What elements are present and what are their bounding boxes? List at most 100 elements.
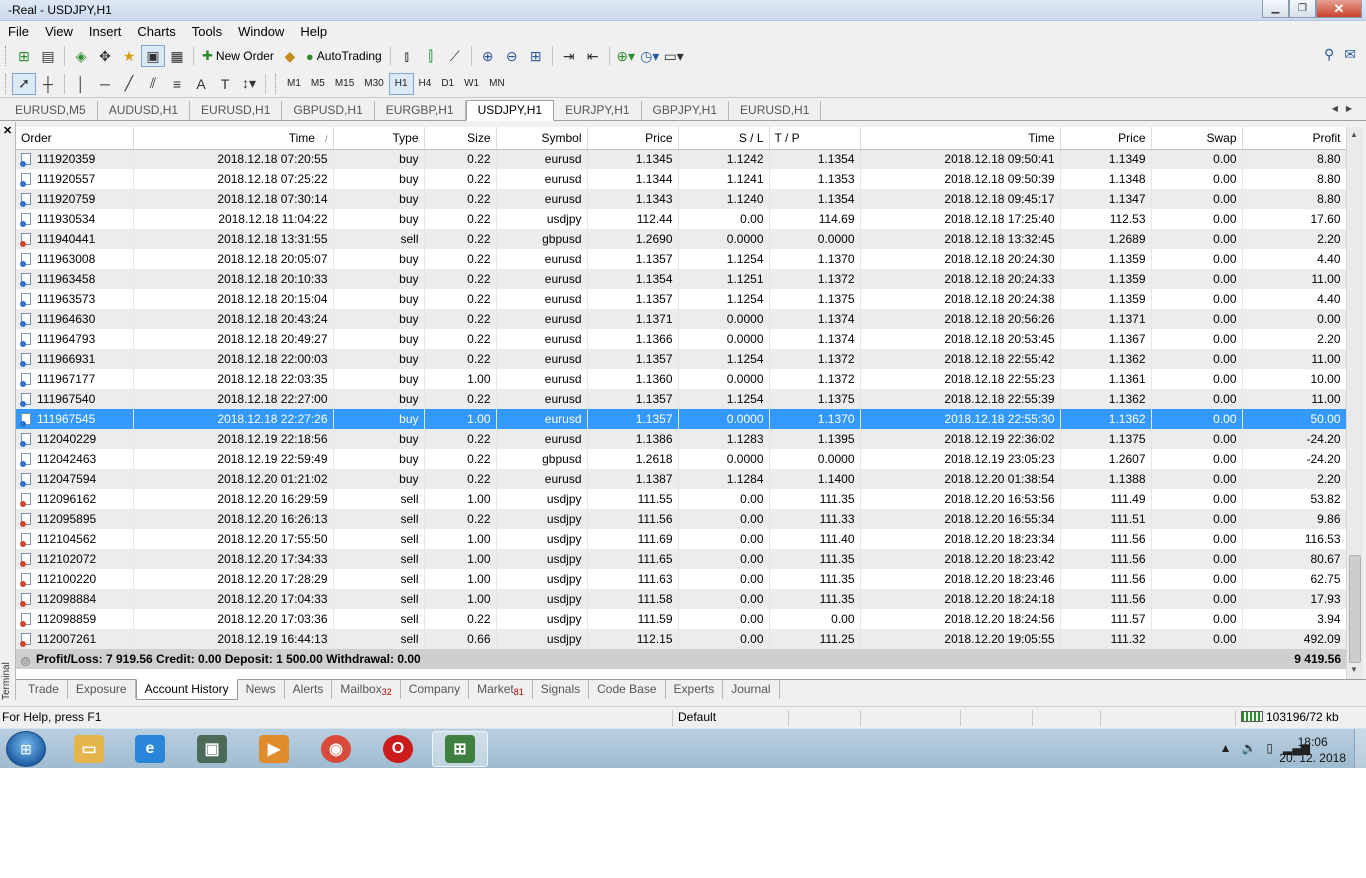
chart-tab-eurgbp-h1[interactable]: EURGBP,H1: [375, 101, 466, 120]
chart-shift-icon[interactable]: ⇤: [581, 45, 605, 67]
table-row[interactable]: 111963008 2018.12.18 20:05:07 buy 0.22 eurus…: [16, 249, 1346, 269]
show-hidden-icons-icon[interactable]: ▲: [1220, 741, 1232, 755]
metaeditor-icon[interactable]: ◆: [278, 45, 302, 67]
equidistant-channel-icon[interactable]: ⫽: [141, 73, 165, 95]
candlestick-icon[interactable]: ⫿: [419, 45, 443, 67]
navigator-icon[interactable]: ★: [117, 45, 141, 67]
scroll-thumb[interactable]: [1349, 555, 1361, 663]
timeframe-w1[interactable]: W1: [459, 73, 484, 95]
table-row[interactable]: 112098859 2018.12.20 17:03:36 sell 0.22 usdj…: [16, 609, 1346, 629]
show-desktop-button[interactable]: [1354, 729, 1366, 768]
autotrading-button[interactable]: ● AutoTrading: [302, 45, 386, 67]
table-row[interactable]: 111940441 2018.12.18 13:31:55 sell 0.22 gbpu…: [16, 229, 1346, 249]
menu-window[interactable]: Window: [230, 24, 292, 39]
chat-icon[interactable]: ✉: [1344, 46, 1356, 63]
new-chart-icon[interactable]: ⊞: [12, 45, 36, 67]
tab-market[interactable]: Market81: [469, 680, 533, 699]
chart-tab-gbpjpy-h1[interactable]: GBPJPY,H1: [642, 101, 730, 120]
table-row[interactable]: 111964793 2018.12.18 20:49:27 buy 0.22 eurus…: [16, 329, 1346, 349]
volume-icon[interactable]: 🔈: [1241, 741, 1256, 755]
tab-account-history[interactable]: Account History: [135, 679, 238, 700]
close-terminal-icon[interactable]: ✕: [3, 124, 12, 137]
table-row[interactable]: 111967545 2018.12.18 22:27:26 buy 1.00 eurus…: [16, 409, 1346, 429]
table-row[interactable]: 111966931 2018.12.18 22:00:03 buy 0.22 eurus…: [16, 349, 1346, 369]
col-close-price[interactable]: Price: [1060, 127, 1152, 150]
table-row[interactable]: 112095895 2018.12.20 16:26:13 sell 0.22 usdj…: [16, 509, 1346, 529]
table-row[interactable]: 112100220 2018.12.20 17:28:29 sell 1.00 usdj…: [16, 569, 1346, 589]
timeframe-mn[interactable]: MN: [484, 73, 510, 95]
menu-tools[interactable]: Tools: [184, 24, 230, 39]
timeframe-m30[interactable]: M30: [359, 73, 388, 95]
taskbar-app-media-center[interactable]: ▣: [184, 731, 240, 767]
tab-company[interactable]: Company: [401, 680, 470, 699]
close-button[interactable]: ✕: [1316, 0, 1362, 18]
chart-tab-scroll[interactable]: ◀▶: [1332, 104, 1360, 113]
start-button[interactable]: ⊞: [6, 731, 46, 767]
taskbar-app-explorer[interactable]: ▭: [61, 731, 117, 767]
table-row[interactable]: 111963573 2018.12.18 20:15:04 buy 0.22 eurus…: [16, 289, 1346, 309]
col-profit[interactable]: Profit: [1242, 127, 1346, 150]
arrows-icon[interactable]: ↕▾: [237, 73, 261, 95]
indicators-icon[interactable]: ⊕▾: [614, 45, 638, 67]
table-row[interactable]: 112007261 2018.12.19 16:44:13 sell 0.66 usdj…: [16, 629, 1346, 649]
power-icon[interactable]: ▯: [1266, 741, 1273, 755]
table-row[interactable]: 111964630 2018.12.18 20:43:24 buy 0.22 eurus…: [16, 309, 1346, 329]
menu-file[interactable]: File: [0, 24, 37, 39]
timeframe-h4[interactable]: H4: [414, 73, 437, 95]
fibonacci-icon[interactable]: ≡: [165, 73, 189, 95]
taskbar-app-metatrader[interactable]: ⊞: [432, 731, 488, 767]
col-type[interactable]: Type: [333, 127, 425, 150]
scroll-down-icon[interactable]: ▼: [1350, 665, 1358, 674]
zoom-out-icon[interactable]: ⊖: [500, 45, 524, 67]
chart-tab-eurusd-h1[interactable]: EURUSD,H1: [729, 101, 822, 120]
new-order-button[interactable]: ✚ New Order: [198, 45, 278, 67]
timeframe-m5[interactable]: M5: [306, 73, 330, 95]
col-size[interactable]: Size: [424, 127, 497, 150]
crosshair-icon[interactable]: ┼: [36, 73, 60, 95]
market-watch-icon[interactable]: ◈: [69, 45, 93, 67]
col-open-price[interactable]: Price: [587, 127, 679, 150]
vertical-scrollbar[interactable]: ▲ ▼: [1346, 127, 1363, 680]
timeframe-h1[interactable]: H1: [388, 72, 414, 95]
tab-exposure[interactable]: Exposure: [68, 680, 136, 699]
timeframe-m15[interactable]: M15: [330, 73, 359, 95]
text-label-icon[interactable]: T: [213, 73, 237, 95]
maximize-button[interactable]: ❐: [1289, 0, 1316, 18]
col-symbol[interactable]: Symbol: [496, 127, 588, 150]
tab-experts[interactable]: Experts: [666, 680, 724, 699]
status-connection[interactable]: 103196/72 kb: [1235, 710, 1339, 726]
taskbar-app-chrome[interactable]: ◉: [308, 731, 364, 767]
col-order[interactable]: Order: [16, 127, 134, 150]
chart-tab-usdjpy-h1[interactable]: USDJPY,H1: [465, 100, 555, 121]
line-chart-icon[interactable]: ⟋: [443, 45, 467, 67]
table-row[interactable]: 112040229 2018.12.19 22:18:56 buy 0.22 eurus…: [16, 429, 1346, 449]
table-row[interactable]: 112096162 2018.12.20 16:29:59 sell 1.00 usdj…: [16, 489, 1346, 509]
tab-trade[interactable]: Trade: [20, 680, 68, 699]
table-row[interactable]: 111920759 2018.12.18 07:30:14 buy 0.22 eurus…: [16, 189, 1346, 209]
taskbar-app-internet-explorer[interactable]: e: [122, 731, 178, 767]
timeframe-m1[interactable]: M1: [282, 73, 306, 95]
periods-icon[interactable]: ◷▾: [638, 45, 662, 67]
chart-tab-gbpusd-h1[interactable]: GBPUSD,H1: [282, 101, 375, 120]
table-row[interactable]: 112104562 2018.12.20 17:55:50 sell 1.00 usdj…: [16, 529, 1346, 549]
cursor-icon[interactable]: ➚: [12, 72, 36, 95]
menu-charts[interactable]: Charts: [129, 24, 183, 39]
table-row[interactable]: 111963458 2018.12.18 20:10:33 buy 0.22 eurus…: [16, 269, 1346, 289]
clock[interactable]: 18:06 20. 12. 2018: [1279, 734, 1346, 766]
menu-view[interactable]: View: [37, 24, 81, 39]
table-row[interactable]: 112098884 2018.12.20 17:04:33 sell 1.00 usdj…: [16, 589, 1346, 609]
table-row[interactable]: 112047594 2018.12.20 01:21:02 buy 0.22 eurus…: [16, 469, 1346, 489]
table-row[interactable]: 111967177 2018.12.18 22:03:35 buy 1.00 eurus…: [16, 369, 1346, 389]
scroll-up-icon[interactable]: ▲: [1350, 130, 1358, 139]
menu-help[interactable]: Help: [292, 24, 335, 39]
taskbar-app-opera[interactable]: O: [370, 731, 426, 767]
tab-code-base[interactable]: Code Base: [589, 680, 666, 699]
strategy-tester-icon[interactable]: ▦: [165, 45, 189, 67]
zoom-in-icon[interactable]: ⊕: [476, 45, 500, 67]
tab-signals[interactable]: Signals: [533, 680, 590, 699]
table-row[interactable]: 112042463 2018.12.19 22:59:49 buy 0.22 gbpus…: [16, 449, 1346, 469]
auto-scroll-icon[interactable]: ⇥: [557, 45, 581, 67]
taskbar-app-media-player[interactable]: ▶: [246, 731, 302, 767]
tab-mailbox[interactable]: Mailbox32: [332, 680, 401, 699]
chart-tab-eurjpy-h1[interactable]: EURJPY,H1: [554, 101, 642, 120]
